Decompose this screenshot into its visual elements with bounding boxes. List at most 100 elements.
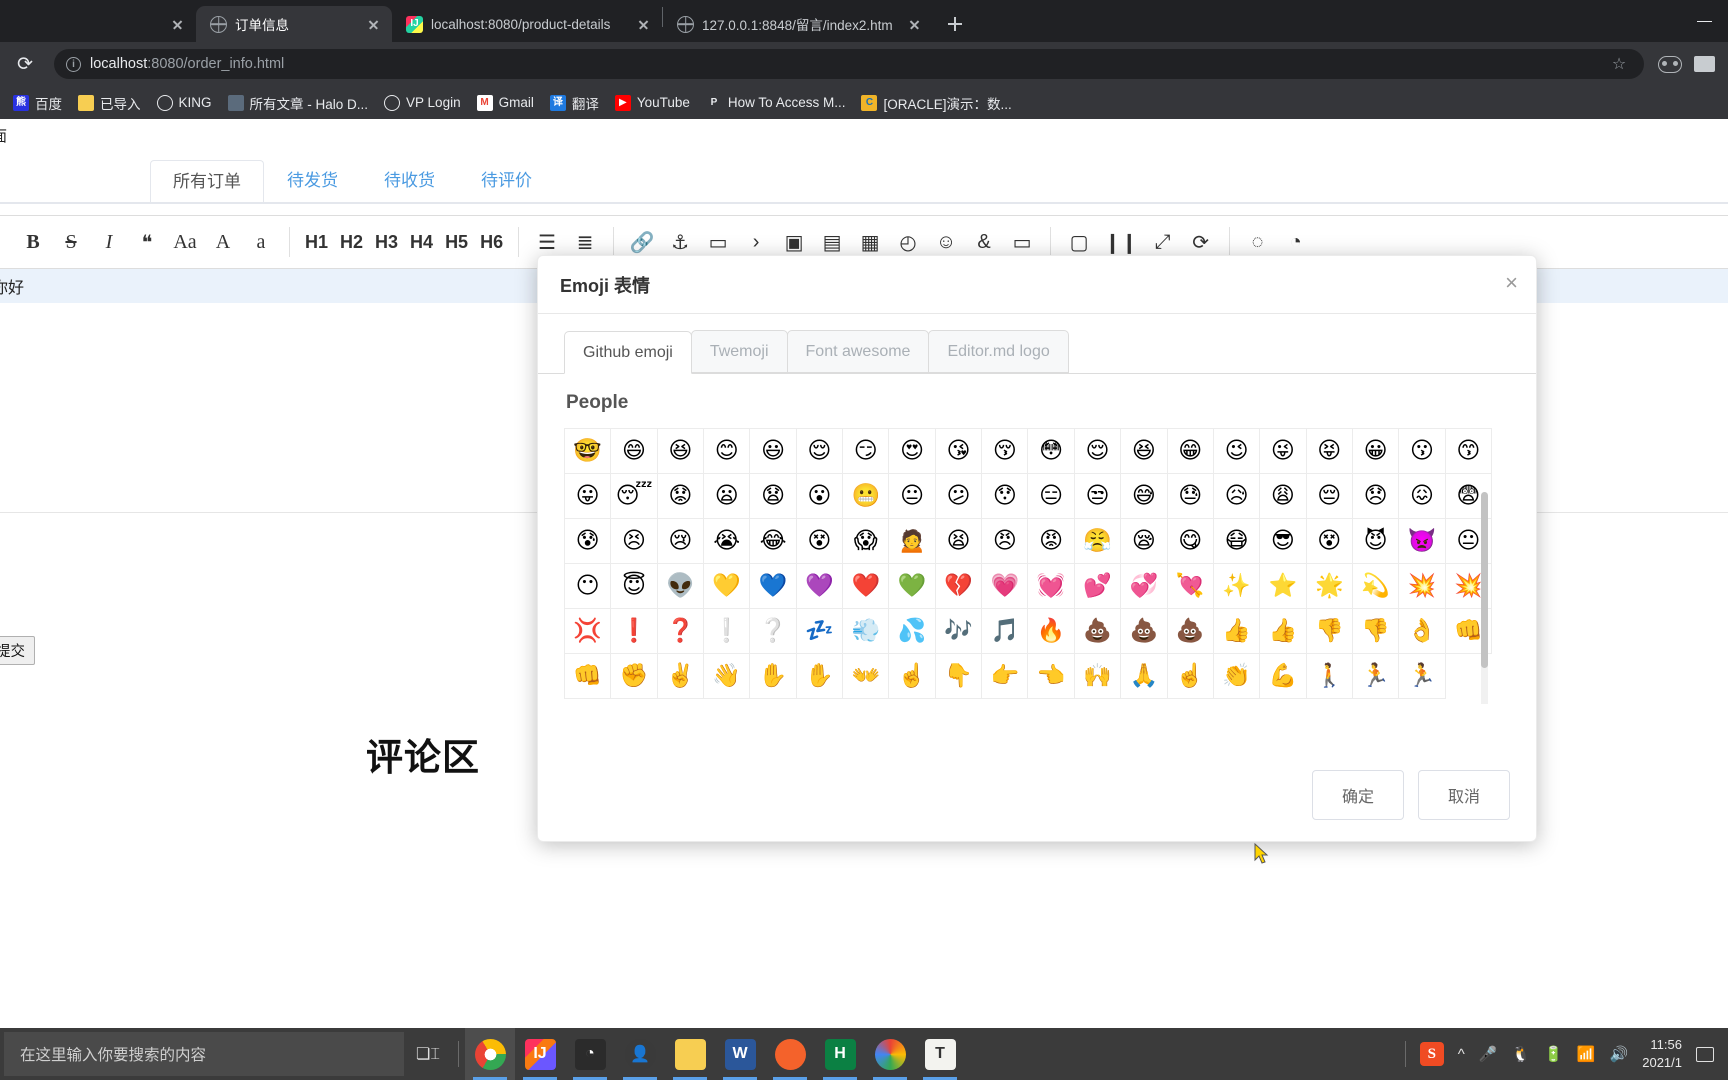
emoji-cell[interactable]: 😧 [750,474,797,520]
cast-icon[interactable] [1690,51,1718,77]
emoji-cell[interactable]: 😦 [704,474,751,520]
emoji-cell[interactable]: 💤 [796,609,844,655]
emoji-cell[interactable]: 😍 [889,429,936,475]
heading-2-icon[interactable]: H2 [334,223,369,261]
heading-5-icon[interactable]: H5 [439,223,474,261]
close-icon[interactable] [906,16,923,33]
emoji-cell[interactable]: 👊 [565,654,612,700]
emoji-scroll-area[interactable]: People 🤓 😄 😆 😊 😃 😌 😏 😍 😘 😚 😳 😌 😆 😁 😉 😜 😝 😀 😗 😙 😛 😴 😟 😦 😧 😮 😬 😐 😕 😯 😑 😒 😅… [564,374,1510,705]
emoji-cell[interactable]: 👇 [935,654,983,700]
emoji-cell[interactable]: 😃 [750,429,797,475]
emoji-cell[interactable]: 💩 [1167,609,1214,655]
uppercase-icon[interactable]: A [204,223,242,261]
emoji-cell[interactable]: 💨 [843,609,890,655]
taskbar-app-halo[interactable]: H [815,1028,865,1080]
emoji-cell[interactable]: 😢 [657,519,705,565]
emoji-cell[interactable]: 👽 [657,564,705,610]
emoji-cell[interactable]: 😋 [1167,519,1214,565]
emoji-cell[interactable]: ❔ [750,609,797,655]
emoji-cell[interactable]: 😯 [982,474,1029,520]
emoji-cell[interactable]: 😉 [1213,429,1261,475]
emoji-cell[interactable]: 💓 [1028,564,1075,610]
emoji-cell[interactable]: 😪 [1121,519,1168,565]
emoji-cell[interactable]: 😅 [1121,474,1168,520]
emoji-cell[interactable]: 😁 [1167,429,1214,475]
tab-twemoji[interactable]: Twemoji [690,330,788,374]
emoji-cell[interactable]: ⭐ [1260,564,1307,610]
reload-icon[interactable]: ⟳ [10,49,40,79]
new-tab-button[interactable] [941,10,969,38]
bookmark-gmail[interactable]: M Gmail [470,92,541,114]
bookmark-baidu[interactable]: 熊 百度 [6,90,69,116]
minimize-button[interactable] [1682,0,1728,42]
emoji-cell[interactable]: ✋ [796,654,844,700]
emoji-cell[interactable]: 😶 [565,564,612,610]
emoji-cell[interactable]: 👐 [843,654,890,700]
emoji-cell[interactable]: 😇 [611,564,658,610]
bookmark-king[interactable]: KING [150,92,219,114]
snipaste-icon[interactable]: S [1419,1042,1444,1066]
emoji-cell[interactable]: 🙏 [1121,654,1168,700]
emoji-cell[interactable]: 😀 [1352,429,1400,475]
bookmark-vp-login[interactable]: VP Login [377,92,468,114]
emoji-cell[interactable]: 💩 [1074,609,1122,655]
cancel-button[interactable]: 取消 [1418,770,1510,820]
emoji-cell[interactable]: ❕ [704,609,751,655]
emoji-cell[interactable]: 👉 [982,654,1029,700]
taskbar-app-navicat[interactable]: ◔ [565,1028,615,1080]
emoji-cell[interactable]: 🙍 [889,519,936,565]
battery-icon[interactable]: 🔋 [1544,1045,1563,1063]
emoji-cell[interactable]: 😓 [1167,474,1214,520]
emoji-cell[interactable]: 😏 [843,429,890,475]
emoji-cell[interactable]: 😛 [565,474,612,520]
emoji-cell[interactable]: 💜 [796,564,844,610]
bookmark-star-icon[interactable]: ☆ [1606,51,1632,77]
emoji-cell[interactable]: 💕 [1074,564,1122,610]
browser-tab-4[interactable]: 127.0.0.1:8848/留言/index2.htm [663,6,933,42]
taskbar-search-box[interactable]: 在这里输入你要搜索的内容 [4,1032,404,1076]
font-size-icon[interactable]: Aa [166,223,204,261]
scrollbar[interactable] [1481,492,1488,705]
emoji-cell[interactable]: 🙌 [1074,654,1122,700]
browser-tab-1[interactable] [0,6,196,42]
tab-editor-md-logo[interactable]: Editor.md logo [928,330,1069,374]
emoji-cell[interactable]: ✋ [750,654,797,700]
submit-button[interactable]: 提交 [0,636,35,665]
emoji-cell[interactable]: 😷 [1213,519,1261,565]
emoji-cell[interactable]: 😌 [1074,429,1122,475]
tab-github-emoji[interactable]: Github emoji [564,331,692,375]
emoji-cell[interactable]: 😆 [657,429,705,475]
emoji-cell[interactable]: 😞 [1352,474,1400,520]
emoji-cell[interactable]: ✌️ [657,654,705,700]
emoji-cell[interactable]: 😵 [796,519,844,565]
browser-tab-2-active[interactable]: 订单信息 [196,6,392,42]
emoji-cell[interactable]: 👋 [704,654,751,700]
order-tab-pending-review[interactable]: 待评价 [458,159,555,202]
wifi-icon[interactable]: 📶 [1577,1045,1596,1063]
emoji-cell[interactable]: 🌟 [1306,564,1353,610]
bookmark-youtube[interactable]: ▶ YouTube [608,92,697,114]
taskbar-app-postman[interactable] [765,1028,815,1080]
taskbar-app-typora[interactable]: T [915,1028,965,1080]
emoji-cell[interactable]: 💦 [889,609,936,655]
taskbar-app-qq-person[interactable]: 👤 [615,1028,665,1080]
mic-icon[interactable]: 🎤 [1479,1045,1498,1063]
close-icon[interactable] [169,16,186,33]
emoji-cell[interactable]: 💗 [982,564,1029,610]
emoji-cell[interactable]: 😭 [704,519,751,565]
browser-tab-3[interactable]: IJ localhost:8080/product-details [392,6,662,42]
heading-3-icon[interactable]: H3 [369,223,404,261]
emoji-cell[interactable]: 😵 [1306,519,1353,565]
emoji-cell[interactable]: 😟 [657,474,705,520]
emoji-cell[interactable]: 😌 [796,429,844,475]
bookmark-translate[interactable]: 译 翻译 [543,90,606,116]
emoji-cell[interactable]: 😴 [611,474,658,520]
emoji-cell[interactable]: 😜 [1260,429,1307,475]
emoji-cell[interactable]: 😰 [565,519,612,565]
bold-icon[interactable]: B [14,223,52,261]
emoji-cell[interactable]: 😑 [1028,474,1075,520]
emoji-cell[interactable]: 💩 [1121,609,1168,655]
emoji-cell[interactable]: 💞 [1121,564,1168,610]
emoji-cell[interactable]: 😘 [935,429,983,475]
emoji-cell[interactable]: 🔥 [1028,609,1075,655]
